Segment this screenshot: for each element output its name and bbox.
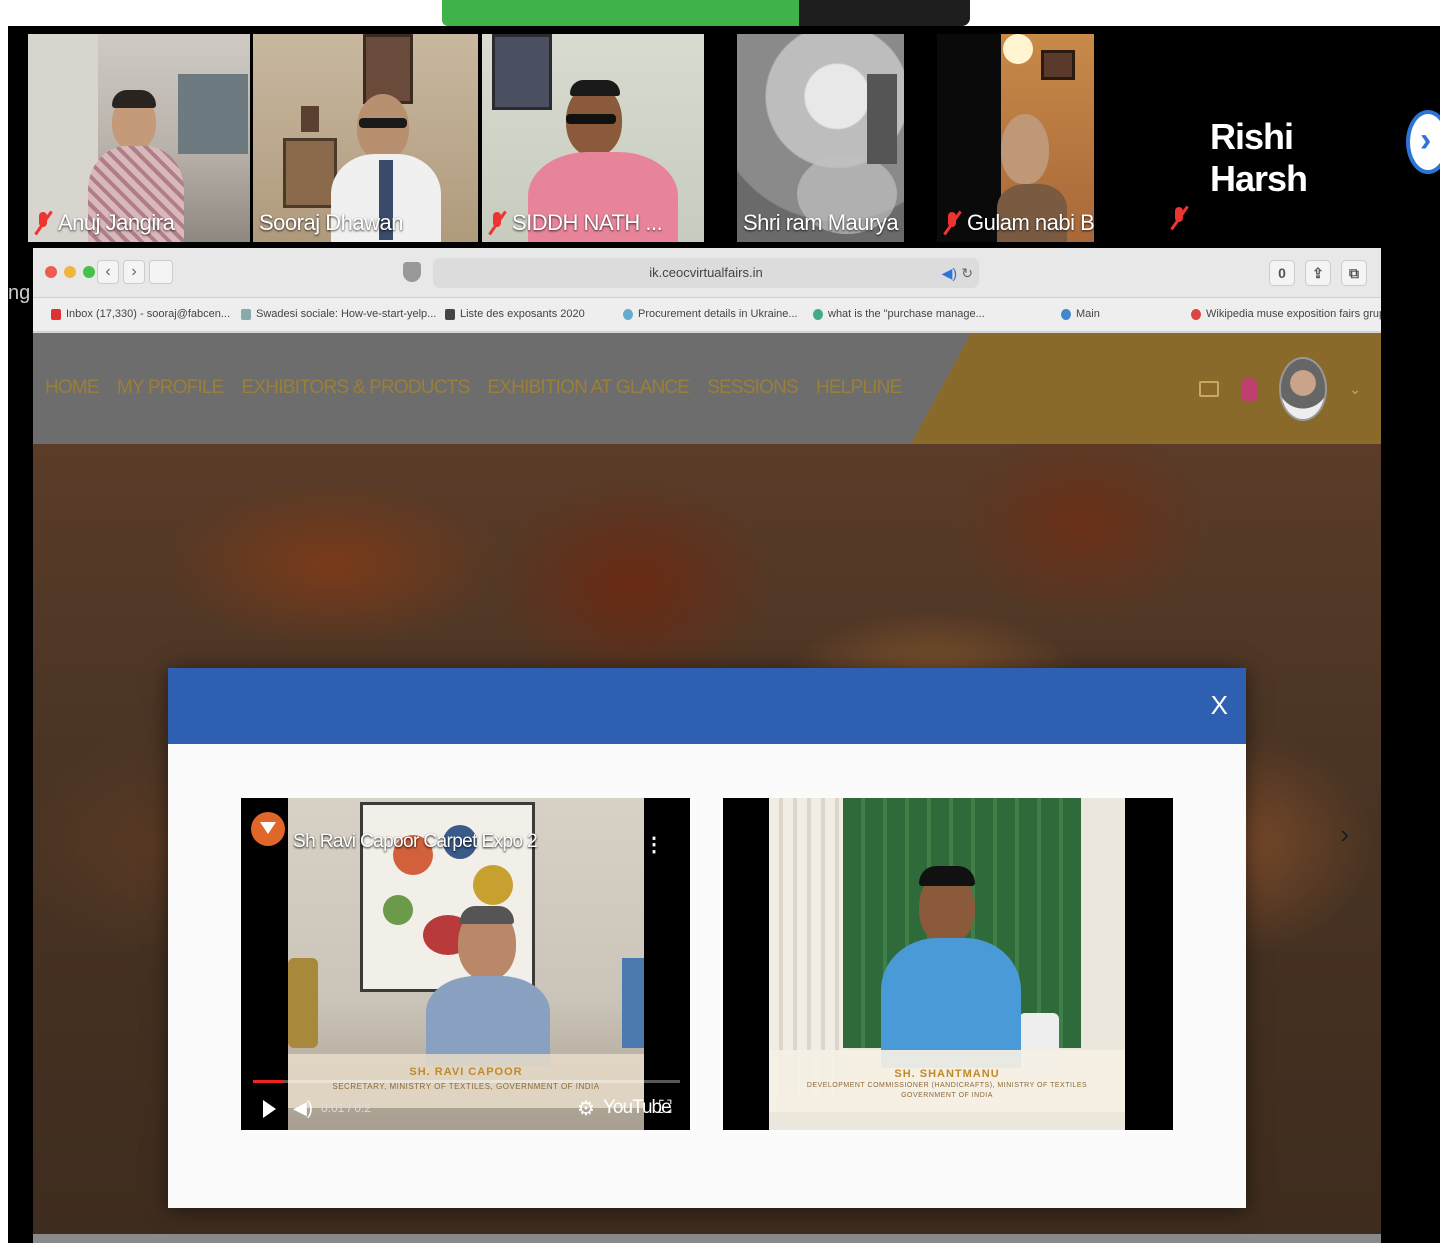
menu-item-my-profile[interactable]: MY PROFILE: [117, 377, 225, 399]
history-nav: ‹ ›: [97, 260, 145, 284]
extension-badge[interactable]: 0: [1269, 260, 1295, 286]
bookmark-item[interactable]: Swadesi sociale: How-ve-start-yelp...: [241, 308, 436, 320]
participant-tile-active-speaker[interactable]: Sooraj Dhawan: [253, 34, 478, 242]
bookmark-item[interactable]: Procurement details in Ukraine...: [623, 308, 798, 320]
mic-muted-icon: [488, 211, 506, 235]
bookmarks-bar: Inbox (17,330) - sooraj@fabcen... Swades…: [33, 298, 1381, 332]
video-controls: ◀) 0:01 / 0:2 ⚙ YouTube ⛶: [241, 1086, 690, 1130]
participant-tile-no-video[interactable]: Rishi Harsh: [1130, 34, 1390, 242]
chevron-down-icon[interactable]: ⌄: [1349, 381, 1361, 398]
speaker-icon[interactable]: ◀): [942, 258, 957, 288]
bookmark-item[interactable]: Liste des exposants 2020: [445, 308, 585, 320]
mic-muted-icon: [34, 211, 52, 235]
participant-name: Gulam nabi B...: [943, 210, 1094, 236]
volume-icon[interactable]: ◀): [293, 1098, 313, 1119]
participant-tile[interactable]: Anuj Jangira: [28, 34, 250, 242]
user-actions: ⌄: [1199, 357, 1361, 421]
tabs-overview-icon[interactable]: ⧉: [1341, 260, 1367, 286]
speaker-lower-third: SH. SHANTMANU DEVELOPMENT COMMISSIONER (…: [769, 1050, 1125, 1112]
participant-name: Shri ram Maurya: [743, 210, 899, 235]
notification-bell-icon[interactable]: [1241, 377, 1258, 401]
clipped-label: ng: [8, 282, 31, 304]
mic-muted-icon: [943, 211, 961, 235]
toolbar-actions: 0 ⇪ ⧉: [1269, 260, 1367, 286]
speaker-role: DEVELOPMENT COMMISSIONER (HANDICRAFTS), …: [806, 1082, 1088, 1089]
speaker-name: SH. RAVI CAPOOR: [409, 1066, 523, 1078]
menu-item-helpline[interactable]: HELPLINE: [816, 377, 902, 399]
youtube-video-player[interactable]: SH. RAVI CAPOOR SECRETARY, MINISTRY OF T…: [241, 798, 690, 1130]
forward-arrow-icon[interactable]: ›: [123, 260, 145, 284]
address-bar[interactable]: ik.ceocvirtualfairs.in ◀) ↻: [433, 258, 979, 288]
menu-item-exhibition-at-glance[interactable]: EXHIBITION AT GLANCE: [487, 377, 690, 399]
minimize-window-button[interactable]: [64, 266, 76, 278]
close-window-button[interactable]: [45, 266, 57, 278]
fullscreen-icon[interactable]: ⛶: [659, 1097, 672, 1118]
video-modal: X SH. RAVI CAPOOR SECRETARY, MINISTRY OF…: [168, 668, 1246, 1208]
menu-item-sessions[interactable]: SESSIONS: [707, 377, 799, 399]
url-text: ik.ceocvirtualfairs.in: [649, 265, 763, 280]
main-menu: HOME MY PROFILE EXHIBITORS & PRODUCTS EX…: [45, 377, 902, 399]
speaker-name: SH. SHANTMANU: [894, 1068, 1000, 1080]
modal-header: X: [168, 668, 1246, 744]
participant-tile[interactable]: SIDDH NATH ...: [482, 34, 704, 242]
bookmark-item[interactable]: Main: [1061, 308, 1100, 320]
participant-name: Rishi Harsh: [1210, 116, 1308, 199]
screen-share-banner: [442, 0, 970, 26]
reload-icon[interactable]: ↻: [961, 258, 973, 288]
carousel-next-icon[interactable]: ›: [1340, 819, 1349, 850]
bookmark-item[interactable]: Wikipedia muse exposition fairs grupo...: [1191, 308, 1381, 320]
speaker-org: GOVERNMENT OF INDIA: [901, 1092, 993, 1099]
participant-tile[interactable]: Gulam nabi B...: [937, 34, 1094, 242]
back-arrow-icon[interactable]: ‹: [97, 260, 119, 284]
sidebar-toggle-icon[interactable]: [149, 260, 173, 284]
progress-fill: [253, 1080, 283, 1083]
settings-gear-icon[interactable]: ⚙: [577, 1096, 595, 1121]
share-icon[interactable]: ⇪: [1305, 260, 1331, 286]
site-header: HOME MY PROFILE EXHIBITORS & PRODUCTS EX…: [33, 333, 1381, 444]
user-avatar[interactable]: [1279, 357, 1328, 421]
window-controls: [45, 266, 95, 278]
play-icon[interactable]: [263, 1100, 276, 1118]
privacy-shield-icon[interactable]: [403, 262, 421, 282]
browser-toolbar: ‹ › ik.ceocvirtualfairs.in ◀) ↻ 0 ⇪ ⧉: [33, 248, 1381, 298]
more-options-icon[interactable]: ⋮: [644, 832, 664, 857]
participant-name: Sooraj Dhawan: [259, 210, 403, 235]
share-banner-status: [442, 0, 799, 26]
menu-item-home[interactable]: HOME: [45, 377, 100, 399]
bookmark-item[interactable]: what is the "purchase manage...: [813, 308, 985, 320]
participant-name: Anuj Jangira: [34, 210, 175, 236]
channel-logo-icon[interactable]: [251, 812, 285, 846]
share-banner-options[interactable]: [799, 0, 970, 26]
menu-item-exhibitors-products[interactable]: EXHIBITORS & PRODUCTS: [242, 377, 471, 399]
video-title[interactable]: Sh Ravi Capoor Carpet Expo 2: [293, 831, 538, 853]
maximize-window-button[interactable]: [83, 266, 95, 278]
mic-muted-icon: [1170, 206, 1188, 230]
bookmark-item[interactable]: Inbox (17,330) - sooraj@fabcen...: [51, 308, 230, 320]
mail-icon[interactable]: [1199, 381, 1220, 397]
page-bottom-strip: [33, 1234, 1381, 1243]
video-progress-bar[interactable]: [253, 1080, 680, 1083]
participant-name: SIDDH NATH ...: [488, 210, 663, 236]
video-time: 0:01 / 0:2: [321, 1101, 372, 1115]
video-player[interactable]: SH. SHANTMANU DEVELOPMENT COMMISSIONER (…: [723, 798, 1173, 1130]
modal-close-button[interactable]: X: [1211, 690, 1228, 721]
participant-tile[interactable]: Shri ram Maurya: [737, 34, 904, 242]
